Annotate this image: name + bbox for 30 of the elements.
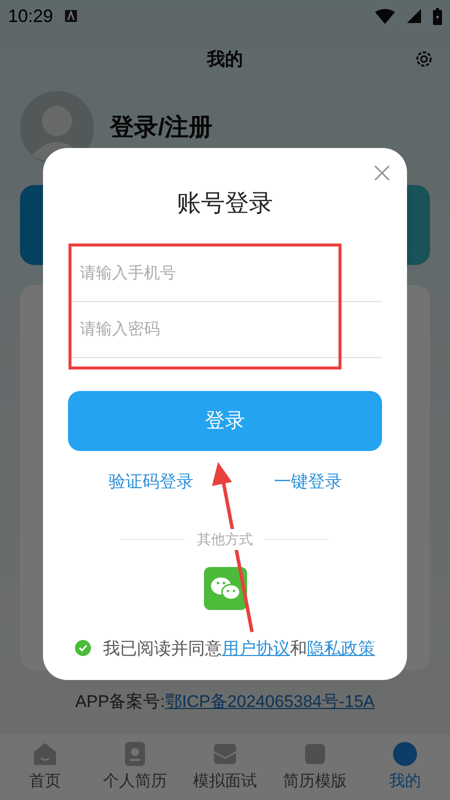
- phone-field[interactable]: 请输入手机号: [68, 246, 382, 302]
- policy-link[interactable]: 用户协议: [222, 638, 290, 658]
- nav-tab[interactable]: 简历模版: [270, 734, 360, 800]
- chat-bubbles-icon[interactable]: [204, 566, 246, 610]
- status-time: 10:29: [8, 4, 54, 28]
- nav-tab[interactable]: 模拟面试: [180, 734, 270, 800]
- page-title: 我的: [207, 48, 243, 70]
- login-button[interactable]: 登录: [68, 391, 382, 451]
- checkmark-icon: [78, 643, 88, 654]
- icp-record: APP备案号:鄂ICP备2024065384号-15A: [75, 691, 375, 714]
- wifi-icon: [375, 8, 395, 24]
- password-field[interactable]: 请输入密码: [68, 302, 382, 358]
- nav-tab[interactable]: 个人简历: [90, 734, 180, 800]
- policy-link[interactable]: 隐私政策: [307, 638, 375, 658]
- notification-icon: [65, 10, 78, 22]
- nav-tab[interactable]: 首页: [0, 734, 90, 800]
- divider-label: 其他方式: [197, 528, 253, 550]
- battery-icon: [433, 8, 442, 24]
- dialog-title: 账号登录: [177, 189, 273, 219]
- login-option-link[interactable]: 一键登录: [274, 469, 342, 494]
- settings-icon[interactable]: [414, 49, 434, 69]
- home-icon: [31, 740, 59, 768]
- login-register-link[interactable]: 登录/注册: [110, 110, 213, 146]
- login-option-link[interactable]: 验证码登录: [108, 469, 194, 494]
- agreement-text: 我已阅读并同意用户协议和隐私政策: [103, 638, 375, 660]
- icp-link[interactable]: 鄂ICP备2024065384号-15A: [164, 692, 375, 712]
- nav-tab[interactable]: 我的: [360, 734, 450, 800]
- signal-icon: [407, 9, 421, 23]
- close-icon[interactable]: [374, 165, 390, 181]
- agree-checkbox[interactable]: [75, 640, 91, 656]
